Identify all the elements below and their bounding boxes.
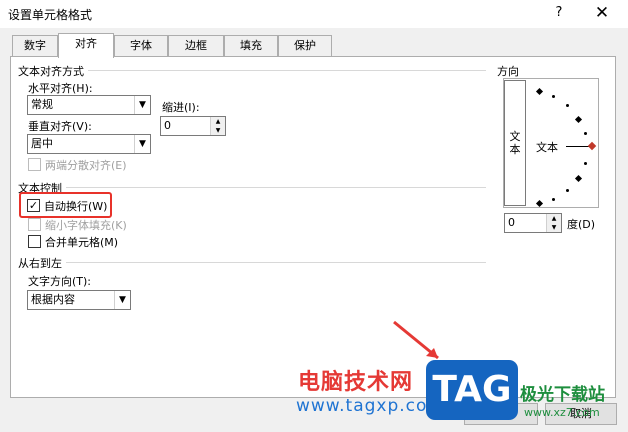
indent-value: 0 [164,119,171,132]
chevron-down-icon: ▼ [134,135,150,153]
indent-label: 缩进(I): [162,101,200,114]
help-button[interactable]: ? [548,3,570,23]
justify-distributed-label: 两端分散对齐(E) [45,159,127,172]
dial-pointer-line [566,146,590,147]
rtl-title: 从右到左 [18,255,66,271]
spin-up-icon[interactable]: ▲ [211,117,225,126]
orientation-title: 方向 [497,63,523,79]
tab-protection[interactable]: 保护 [278,35,332,56]
text-direction-value: 根据内容 [31,293,75,306]
vertical-alignment-select[interactable]: 居中 ▼ [27,134,151,154]
shrink-to-fit-label: 缩小字体填充(K) [45,219,127,232]
merge-cells-checkbox[interactable] [28,235,41,248]
horizontal-alignment-select[interactable]: 常规 ▼ [27,95,151,115]
degrees-label: 度(D) [567,218,596,231]
horizontal-alignment-value: 常规 [31,98,53,111]
text-control-divider [18,187,486,188]
tab-number[interactable]: 数字 [12,35,58,56]
indent-spinner[interactable]: 0 ▲ ▼ [160,116,226,136]
degrees-spin-buttons[interactable]: ▲ ▼ [546,214,561,232]
dial-dot [566,104,569,107]
shrink-to-fit-checkbox[interactable] [28,218,41,231]
chevron-down-icon: ▼ [134,96,150,114]
degrees-spinner[interactable]: 0 ▲ ▼ [504,213,562,233]
horizontal-alignment-label: 水平对齐(H): [28,82,93,95]
text-direction-select[interactable]: 根据内容 ▼ [27,290,131,310]
highlight-frame [19,192,112,218]
watermark-side-site: www.xz7.com [524,406,600,419]
watermark-url: www.tagxp.com [296,396,445,416]
tab-fill[interactable]: 填充 [224,35,278,56]
vertical-alignment-value: 居中 [31,137,53,150]
indent-spin-buttons[interactable]: ▲ ▼ [210,117,225,135]
dial-text-sample: 文本 [536,141,558,154]
chevron-down-icon: ▼ [114,291,130,309]
degrees-value: 0 [508,216,515,229]
merge-cells-label: 合并单元格(M) [45,236,119,249]
watermark-cn-text: 电脑技术网 [298,370,414,395]
tab-font[interactable]: 字体 [114,35,168,56]
rtl-divider [18,262,486,263]
text-alignment-title: 文本对齐方式 [18,63,88,79]
vertical-text-sample: 文 本 [509,130,521,156]
watermark-side-text: 极光下载站 [520,385,605,405]
text-alignment-divider [18,70,486,71]
dial-dot [552,198,555,201]
dial-dot [584,132,587,135]
text-direction-label: 文字方向(T): [28,275,92,288]
watermark-tag-logo: TAG [426,360,518,420]
spin-down-icon[interactable]: ▼ [547,223,561,232]
dial-dot [552,95,555,98]
spin-down-icon[interactable]: ▼ [211,126,225,135]
dial-dot [566,189,569,192]
close-button[interactable]: ✕ [590,2,614,24]
dial-dot [584,162,587,165]
justify-distributed-checkbox[interactable] [28,158,41,171]
title-bar [0,0,628,28]
tab-alignment[interactable]: 对齐 [58,33,114,58]
dialog-title: 设置单元格格式 [8,8,93,22]
tab-border[interactable]: 边框 [168,35,224,56]
spin-up-icon[interactable]: ▲ [547,214,561,223]
vertical-alignment-label: 垂直对齐(V): [28,120,92,133]
